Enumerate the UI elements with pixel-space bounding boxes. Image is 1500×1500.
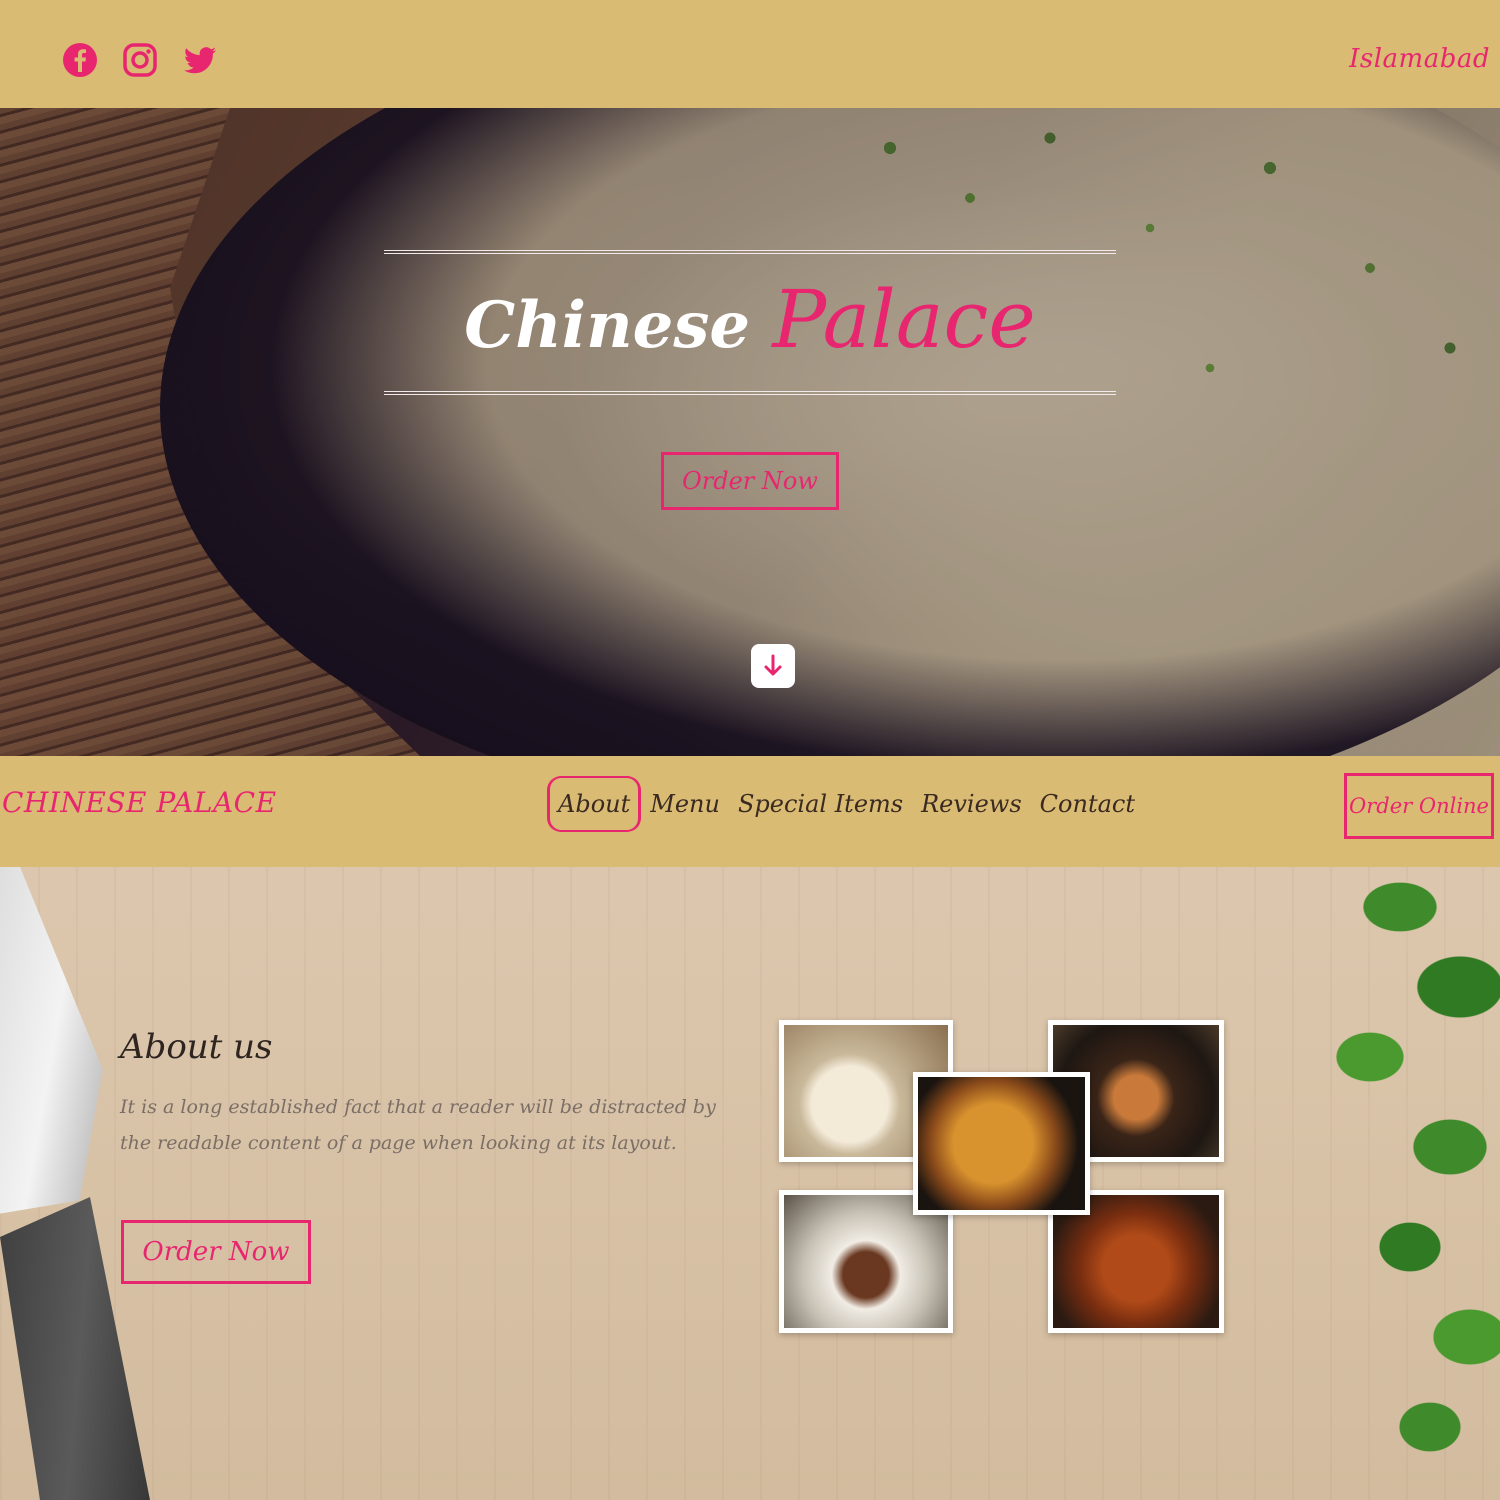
hero-divider-top	[384, 250, 1116, 254]
about-order-now-button[interactable]: Order Now	[121, 1220, 311, 1284]
top-bar: Islamabad	[0, 0, 1500, 108]
about-section: About us It is a long established fact t…	[0, 867, 1500, 1500]
nav-item-contact[interactable]: Contact	[1031, 780, 1144, 828]
facebook-icon[interactable]	[62, 42, 98, 78]
instagram-icon[interactable]	[122, 42, 158, 78]
hero-title: Chinese Palace	[0, 273, 1500, 366]
location-label: Islamabad	[1349, 44, 1490, 74]
nav-item-menu[interactable]: Menu	[641, 780, 729, 828]
scroll-down-button[interactable]	[751, 644, 795, 688]
hero-banner: Chinese Palace Order Now	[0, 108, 1500, 756]
nav-item-reviews[interactable]: Reviews	[912, 780, 1031, 828]
nav-menu: About Menu Special Items Reviews Contact	[547, 776, 1144, 832]
hero-title-word-1: Chinese	[464, 288, 751, 363]
social-links	[62, 42, 218, 78]
hero-divider-bottom	[384, 391, 1116, 395]
noodles-photo	[913, 1072, 1090, 1215]
about-title: About us	[120, 1027, 273, 1067]
brand-logo-text[interactable]: CHINESE PALACE	[2, 786, 277, 819]
about-description: It is a long established fact that a rea…	[120, 1096, 716, 1154]
hero-order-now-button[interactable]: Order Now	[661, 452, 839, 510]
nav-item-special-items[interactable]: Special Items	[729, 780, 912, 828]
main-navbar: CHINESE PALACE About Menu Special Items …	[0, 756, 1500, 867]
twitter-icon[interactable]	[182, 42, 218, 78]
nav-item-about[interactable]: About	[547, 776, 642, 832]
order-online-button[interactable]: Order Online	[1344, 773, 1494, 839]
hero-overlay	[0, 108, 1500, 756]
hero-title-word-2: Palace	[772, 273, 1036, 366]
parsley-decoration	[1280, 867, 1500, 1500]
arrow-down-icon	[751, 654, 795, 692]
